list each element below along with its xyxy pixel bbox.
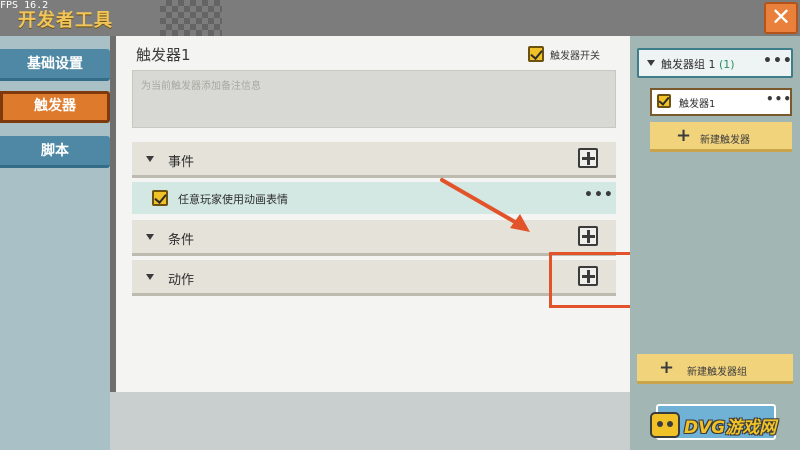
action-section-header[interactable]: 动作	[132, 260, 616, 296]
plus-icon: +	[676, 125, 692, 146]
new-trigger-group-button[interactable]: + 新建触发器组	[637, 354, 793, 384]
close-icon: ✕	[770, 3, 792, 31]
more-options-icon[interactable]: •••	[766, 92, 792, 106]
trigger-switch[interactable]: 触发器开关	[528, 46, 600, 62]
collapse-triangle-icon[interactable]	[146, 156, 154, 162]
more-options-icon[interactable]: •••	[763, 53, 793, 69]
add-condition-button[interactable]	[578, 226, 598, 246]
trigger-switch-checkbox[interactable]	[528, 46, 544, 62]
gamepad-logo-icon	[650, 412, 680, 438]
trigger-editor: 触发器1 触发器开关 为当前触发器添加备注信息 事件 任意玩家使用动画表情 ••…	[116, 36, 630, 392]
condition-section-label: 条件	[168, 233, 195, 248]
more-options-icon[interactable]: •••	[584, 187, 614, 203]
watermark-text: DVG游戏网	[684, 417, 777, 438]
trigger-list-item[interactable]: 触发器1 •••	[650, 88, 792, 116]
event-section-header[interactable]: 事件	[132, 142, 616, 178]
remark-input[interactable]: 为当前触发器添加备注信息	[132, 70, 616, 128]
trigger-group-panel: 触发器组 1 (1) ••• 触发器1 ••• + 新建触发器 + 新建触发器组	[630, 36, 800, 450]
checker-decoration	[160, 0, 222, 36]
event-section-label: 事件	[168, 155, 195, 170]
collapse-triangle-icon[interactable]	[146, 234, 154, 240]
annotation-arrow-icon	[440, 178, 530, 232]
trigger-group-count: (1)	[719, 58, 735, 71]
trigger-group-title: 触发器组 1 (1)	[661, 56, 735, 72]
new-trigger-label: 新建触发器	[700, 135, 750, 146]
left-nav: 基础设置 触发器 脚本	[0, 36, 110, 450]
remark-placeholder: 为当前触发器添加备注信息	[141, 81, 261, 92]
event-item-checkbox[interactable]	[152, 190, 168, 206]
fps-counter: FPS 16.2	[0, 0, 49, 11]
nav-item-scripts[interactable]: 脚本	[0, 136, 110, 168]
event-item-label: 任意玩家使用动画表情	[178, 193, 288, 206]
collapse-triangle-icon[interactable]	[146, 274, 154, 280]
trigger-item-label: 触发器1	[679, 99, 716, 110]
trigger-group-name: 触发器组 1	[661, 58, 716, 71]
trigger-group-header[interactable]: 触发器组 1 (1) •••	[637, 48, 793, 78]
watermark: DVG游戏网	[650, 408, 798, 442]
nav-item-triggers[interactable]: 触发器	[0, 91, 110, 123]
plus-icon: +	[659, 357, 675, 378]
trigger-item-checkbox[interactable]	[657, 94, 671, 108]
new-trigger-button[interactable]: + 新建触发器	[650, 122, 792, 152]
new-group-label: 新建触发器组	[687, 367, 747, 378]
trigger-name-title[interactable]: 触发器1	[136, 44, 191, 65]
action-section-label: 动作	[168, 273, 195, 288]
add-event-button[interactable]	[578, 148, 598, 168]
condition-section-header[interactable]: 条件	[132, 220, 616, 256]
trigger-switch-label: 触发器开关	[550, 50, 600, 62]
event-item[interactable]: 任意玩家使用动画表情 •••	[132, 182, 616, 214]
close-button[interactable]: ✕	[764, 2, 798, 34]
nav-item-basic-settings[interactable]: 基础设置	[0, 49, 110, 81]
editor-footer	[110, 392, 638, 450]
annotation-highlight-box	[549, 252, 633, 308]
chevron-down-icon[interactable]	[647, 60, 655, 66]
title-bar: 开发者工具 FPS 16.2 ✕	[0, 0, 800, 36]
